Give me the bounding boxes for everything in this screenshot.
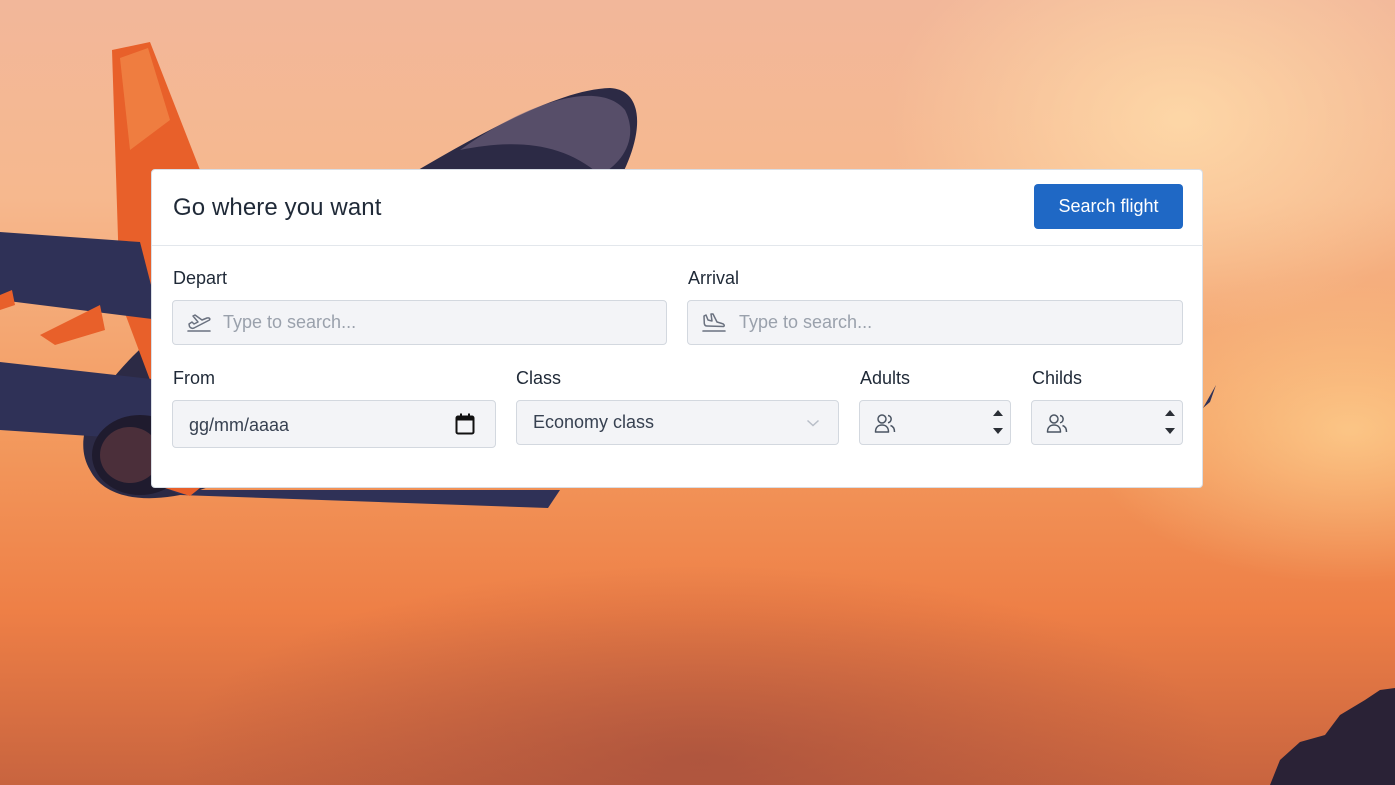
childs-input[interactable] [1080, 401, 1160, 444]
decrement-icon[interactable] [1165, 428, 1175, 434]
page-title: Go where you want [173, 194, 382, 221]
from-date-value[interactable]: gg/mm/aaaa [189, 401, 289, 449]
plane-takeoff-icon [187, 313, 211, 332]
from-label: From [173, 368, 215, 388]
decrement-icon[interactable] [993, 428, 1003, 434]
increment-icon[interactable] [1165, 410, 1175, 416]
class-select[interactable]: Economy class [516, 400, 839, 445]
from-date-field[interactable]: gg/mm/aaaa [172, 400, 496, 448]
adults-field[interactable] [859, 400, 1011, 445]
card-header: Go where you want Search flight [152, 170, 1202, 246]
search-flight-button[interactable]: Search flight [1034, 184, 1183, 229]
increment-icon[interactable] [993, 410, 1003, 416]
calendar-icon[interactable] [455, 413, 475, 435]
childs-field[interactable] [1031, 400, 1183, 445]
flight-search-card: Go where you want Search flight Depart A… [151, 169, 1203, 488]
users-icon [874, 413, 896, 433]
arrival-input[interactable] [739, 301, 1169, 344]
depart-input[interactable] [223, 301, 653, 344]
users-icon [1046, 413, 1068, 433]
arrival-label: Arrival [688, 268, 740, 288]
arrival-field[interactable] [687, 300, 1183, 345]
depart-label: Depart [173, 268, 228, 288]
adults-label: Adults [860, 368, 911, 388]
childs-stepper[interactable] [1164, 405, 1178, 441]
class-label: Class [516, 368, 562, 388]
plane-landing-icon [702, 312, 726, 332]
adults-stepper[interactable] [992, 405, 1006, 441]
adults-input[interactable] [908, 401, 988, 444]
chevron-down-icon [806, 419, 820, 427]
childs-label: Childs [1032, 368, 1083, 388]
depart-field[interactable] [172, 300, 667, 345]
class-select-value[interactable]: Economy class [533, 401, 654, 444]
